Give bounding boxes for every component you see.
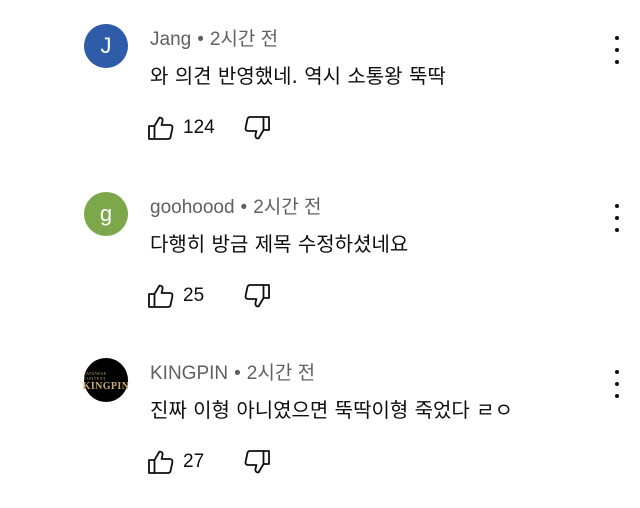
thumbs-up-icon	[148, 284, 174, 308]
comment-actions: 124	[147, 114, 271, 142]
more-options-button[interactable]	[605, 204, 629, 232]
more-options-button[interactable]	[605, 370, 629, 398]
like-button[interactable]	[147, 449, 175, 475]
thumbs-down-icon	[244, 116, 270, 140]
avatar-letter: J	[100, 33, 112, 58]
author-name[interactable]: KINGPIN	[150, 363, 228, 384]
separator: •	[197, 29, 204, 50]
avatar-logo-text: KINGPIN	[82, 381, 130, 392]
like-count: 27	[183, 451, 205, 472]
comment-actions: 27	[147, 448, 271, 476]
like-count: 124	[183, 117, 215, 138]
timestamp[interactable]: 2시간 전	[247, 363, 315, 384]
separator: •	[234, 363, 241, 384]
comment: JAPANESE CONVENT KINGPIN KINGPIN • 2시간 전 진…	[0, 348, 640, 508]
comment-text: 와 의견 반영했네. 역시 소통왕 뚝딱	[150, 64, 446, 88]
more-options-button[interactable]	[605, 36, 629, 64]
avatar[interactable]: J	[84, 24, 128, 68]
dislike-button[interactable]	[243, 115, 271, 141]
avatar-logo-subtext: JAPANESE CONVENT	[84, 371, 107, 381]
dislike-button[interactable]	[243, 449, 271, 475]
avatar[interactable]: JAPANESE CONVENT KINGPIN	[82, 358, 130, 402]
comment-text: 다행히 방금 제목 수정하셨네요	[150, 232, 409, 256]
comment-meta: goohoood • 2시간 전	[150, 192, 322, 219]
timestamp[interactable]: 2시간 전	[210, 29, 278, 50]
comment-actions: 25	[147, 282, 271, 310]
thumbs-up-icon	[148, 450, 174, 474]
thumbs-down-icon	[244, 284, 270, 308]
more-vertical-icon	[615, 204, 619, 208]
avatar-letter: g	[99, 201, 113, 226]
thumbs-up-icon	[148, 116, 174, 140]
comment-meta: Jang • 2시간 전	[150, 24, 278, 51]
avatar[interactable]: g	[84, 192, 128, 236]
comment: g goohoood • 2시간 전 다행히 방금 제목 수정하셨네요 25	[0, 182, 640, 342]
thumbs-down-icon	[244, 450, 270, 474]
like-button[interactable]	[147, 283, 175, 309]
like-count: 25	[183, 285, 205, 306]
like-button[interactable]	[147, 115, 175, 141]
author-name[interactable]: goohoood	[150, 197, 235, 218]
separator: •	[240, 197, 248, 218]
author-name[interactable]: Jang	[150, 29, 191, 50]
more-vertical-icon	[615, 370, 619, 374]
more-vertical-icon	[615, 36, 619, 40]
dislike-button[interactable]	[243, 283, 271, 309]
comment: J Jang • 2시간 전 와 의견 반영했네. 역시 소통왕 뚝딱 124	[0, 14, 640, 174]
timestamp[interactable]: 2시간 전	[253, 197, 321, 218]
comment-meta: KINGPIN • 2시간 전	[150, 358, 315, 385]
comment-text: 진짜 이형 아니였으면 뚝딱이형 죽었다 ㄹㅇ	[150, 398, 513, 422]
